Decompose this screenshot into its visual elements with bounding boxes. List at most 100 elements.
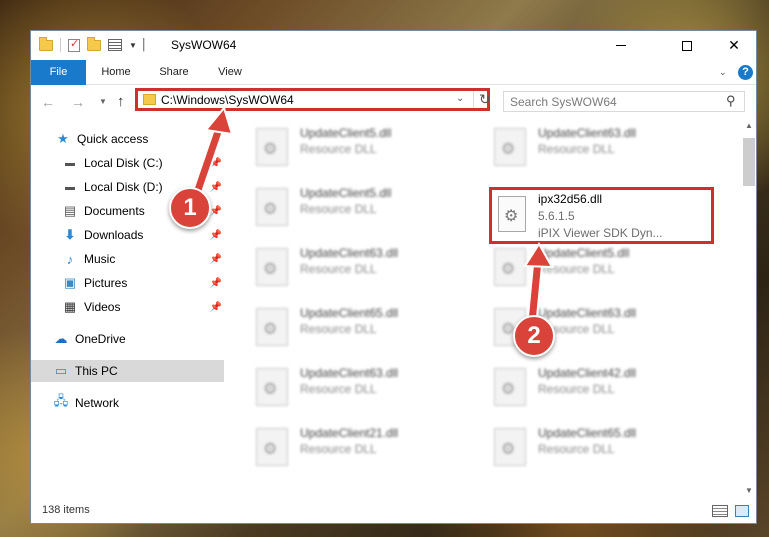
file-description: Resource DLL: [300, 442, 377, 456]
dll-file-icon: [494, 248, 526, 286]
sidebar-item-label: Videos: [84, 300, 121, 314]
dll-file-icon: [494, 128, 526, 166]
pin-icon[interactable]: 📌: [210, 254, 222, 265]
sidebar-item-videos[interactable]: ▦ Videos 📌: [31, 296, 224, 318]
star-icon: ★: [57, 131, 69, 146]
music-icon: ♪: [66, 251, 74, 267]
dll-file-icon: [494, 368, 526, 406]
videos-icon: ▦: [63, 299, 77, 314]
scroll-thumb[interactable]: [743, 138, 755, 186]
scroll-up-icon[interactable]: ▲: [745, 121, 753, 130]
file-tile[interactable]: UpdateClient65.dll Resource DLL: [489, 420, 719, 470]
sidebar-item-local-disk-c[interactable]: ▬ Local Disk (C:) 📌: [31, 152, 224, 174]
file-description: Resource DLL: [538, 262, 615, 276]
vertical-scrollbar[interactable]: ▲ ▼: [741, 120, 756, 498]
file-name: UpdateClient63.dll: [538, 126, 637, 140]
maximize-button[interactable]: [664, 31, 710, 60]
step-2-badge: 2: [513, 315, 555, 357]
file-list: UpdateClient5.dll Resource DLL UpdateCli…: [241, 120, 741, 498]
address-bar[interactable]: C:\Windows\SysWOW64 ⌄ ↻: [135, 88, 491, 111]
tiles-view-icon[interactable]: [735, 505, 749, 517]
pin-icon[interactable]: 📌: [210, 230, 222, 241]
sidebar-item-pictures[interactable]: ▣ Pictures 📌: [31, 272, 224, 294]
search-input[interactable]: [510, 94, 710, 109]
chevron-down-icon[interactable]: ▼: [129, 41, 137, 50]
chevron-down-icon[interactable]: ⌄: [719, 67, 727, 78]
sidebar-item-onedrive[interactable]: ☁ OneDrive: [31, 328, 224, 350]
file-tile[interactable]: UpdateClient63.dll Resource DLL: [489, 120, 719, 170]
pin-icon[interactable]: 📌: [210, 182, 222, 193]
file-version: 5.6.1.5: [538, 209, 575, 223]
sidebar-item-network[interactable]: 🖧 Network: [31, 392, 224, 414]
file-tile[interactable]: UpdateClient5.dll Resource DLL: [489, 240, 719, 290]
dll-file-icon: [256, 368, 288, 406]
divider: [60, 38, 61, 52]
file-tile[interactable]: UpdateClient21.dll Resource DLL: [251, 420, 481, 470]
file-tile[interactable]: UpdateClient65.dll Resource DLL: [251, 300, 481, 350]
sidebar-item-label: Downloads: [84, 228, 144, 242]
file-tile[interactable]: UpdateClient42.dll Resource DLL: [489, 360, 719, 410]
sidebar-item-label: Quick access: [77, 132, 149, 146]
up-arrow-icon[interactable]: ↑: [117, 93, 125, 110]
back-arrow-icon[interactable]: ←: [41, 94, 55, 110]
chevron-down-icon[interactable]: ⌄: [456, 93, 464, 104]
close-button[interactable]: ✕: [711, 31, 756, 60]
file-name: UpdateClient63.dll: [300, 246, 399, 260]
file-name: UpdateClient65.dll: [300, 306, 399, 320]
minimize-button[interactable]: [598, 31, 644, 60]
details-view-icon[interactable]: [712, 505, 728, 517]
tab-home[interactable]: Home: [91, 60, 141, 85]
sidebar-item-label: Local Disk (D:): [84, 180, 163, 194]
sidebar-item-label: Pictures: [84, 276, 128, 290]
drive-icon: ▬: [65, 157, 75, 169]
navigation-bar: ← → ▼ ↑ C:\Windows\SysWOW64 ⌄ ↻ ⚲: [31, 85, 756, 120]
search-box[interactable]: ⚲: [503, 91, 745, 112]
status-bar: 138 items: [31, 501, 756, 523]
dll-file-icon: [256, 128, 288, 166]
file-tile[interactable]: UpdateClient63.dll Resource DLL: [251, 360, 481, 410]
file-tile[interactable]: UpdateClient5.dll Resource DLL: [251, 120, 481, 170]
view-icon[interactable]: [108, 39, 122, 51]
file-description: Resource DLL: [538, 142, 615, 156]
file-tile[interactable]: UpdateClient63.dll Resource DLL: [251, 240, 481, 290]
file-description: Resource DLL: [300, 262, 377, 276]
sidebar-item-label: Local Disk (C:): [84, 156, 163, 170]
file-tile[interactable]: UpdateClient5.dll Resource DLL: [251, 180, 481, 230]
address-text[interactable]: C:\Windows\SysWOW64: [161, 93, 294, 107]
dll-file-icon: [256, 308, 288, 346]
properties-icon[interactable]: [68, 37, 80, 52]
pin-icon[interactable]: 📌: [210, 278, 222, 289]
toolbar-divider-icon: │: [140, 39, 148, 51]
tab-view[interactable]: View: [205, 60, 255, 85]
item-count: 138 items: [42, 504, 90, 516]
forward-arrow-icon[interactable]: →: [71, 94, 85, 110]
search-icon[interactable]: ⚲: [726, 93, 736, 109]
pin-icon[interactable]: 📌: [210, 158, 222, 169]
help-icon[interactable]: ?: [738, 65, 753, 80]
recent-locations-icon[interactable]: ▼: [99, 97, 107, 106]
sidebar-item-quick-access[interactable]: ★ Quick access: [31, 128, 224, 150]
folder-icon: [39, 36, 53, 51]
file-description: iPIX Viewer SDK Dyn...: [538, 226, 663, 240]
documents-icon: ▤: [63, 203, 77, 218]
title-bar: ▼ │ SysWOW64 ✕: [31, 31, 756, 60]
file-name: UpdateClient65.dll: [538, 426, 637, 440]
sidebar-item-music[interactable]: ♪ Music 📌: [31, 248, 224, 270]
highlighted-file-tile[interactable]: ipx32d56.dll 5.6.1.5 iPIX Viewer SDK Dyn…: [489, 187, 714, 244]
pin-icon[interactable]: 📌: [210, 302, 222, 313]
sidebar-item-this-pc[interactable]: ▭ This PC: [31, 360, 224, 382]
scroll-down-icon[interactable]: ▼: [745, 486, 753, 495]
file-description: Resource DLL: [538, 382, 615, 396]
step-1-badge: 1: [169, 187, 211, 229]
new-folder-icon[interactable]: [87, 36, 101, 51]
tab-file[interactable]: File: [31, 60, 86, 85]
refresh-icon[interactable]: ↻: [473, 91, 491, 108]
ribbon: File Home Share View ⌄ ?: [31, 60, 756, 85]
file-description: Resource DLL: [300, 202, 377, 216]
pin-icon[interactable]: 📌: [210, 206, 222, 217]
network-icon: 🖧: [53, 393, 69, 408]
explorer-window: ▼ │ SysWOW64 ✕ File Home Share View ⌄ ? …: [30, 30, 757, 524]
dll-file-icon: [494, 428, 526, 466]
tab-share[interactable]: Share: [149, 60, 199, 85]
navigation-pane: ★ Quick access ▬ Local Disk (C:) 📌 ▬ Loc…: [31, 120, 224, 498]
